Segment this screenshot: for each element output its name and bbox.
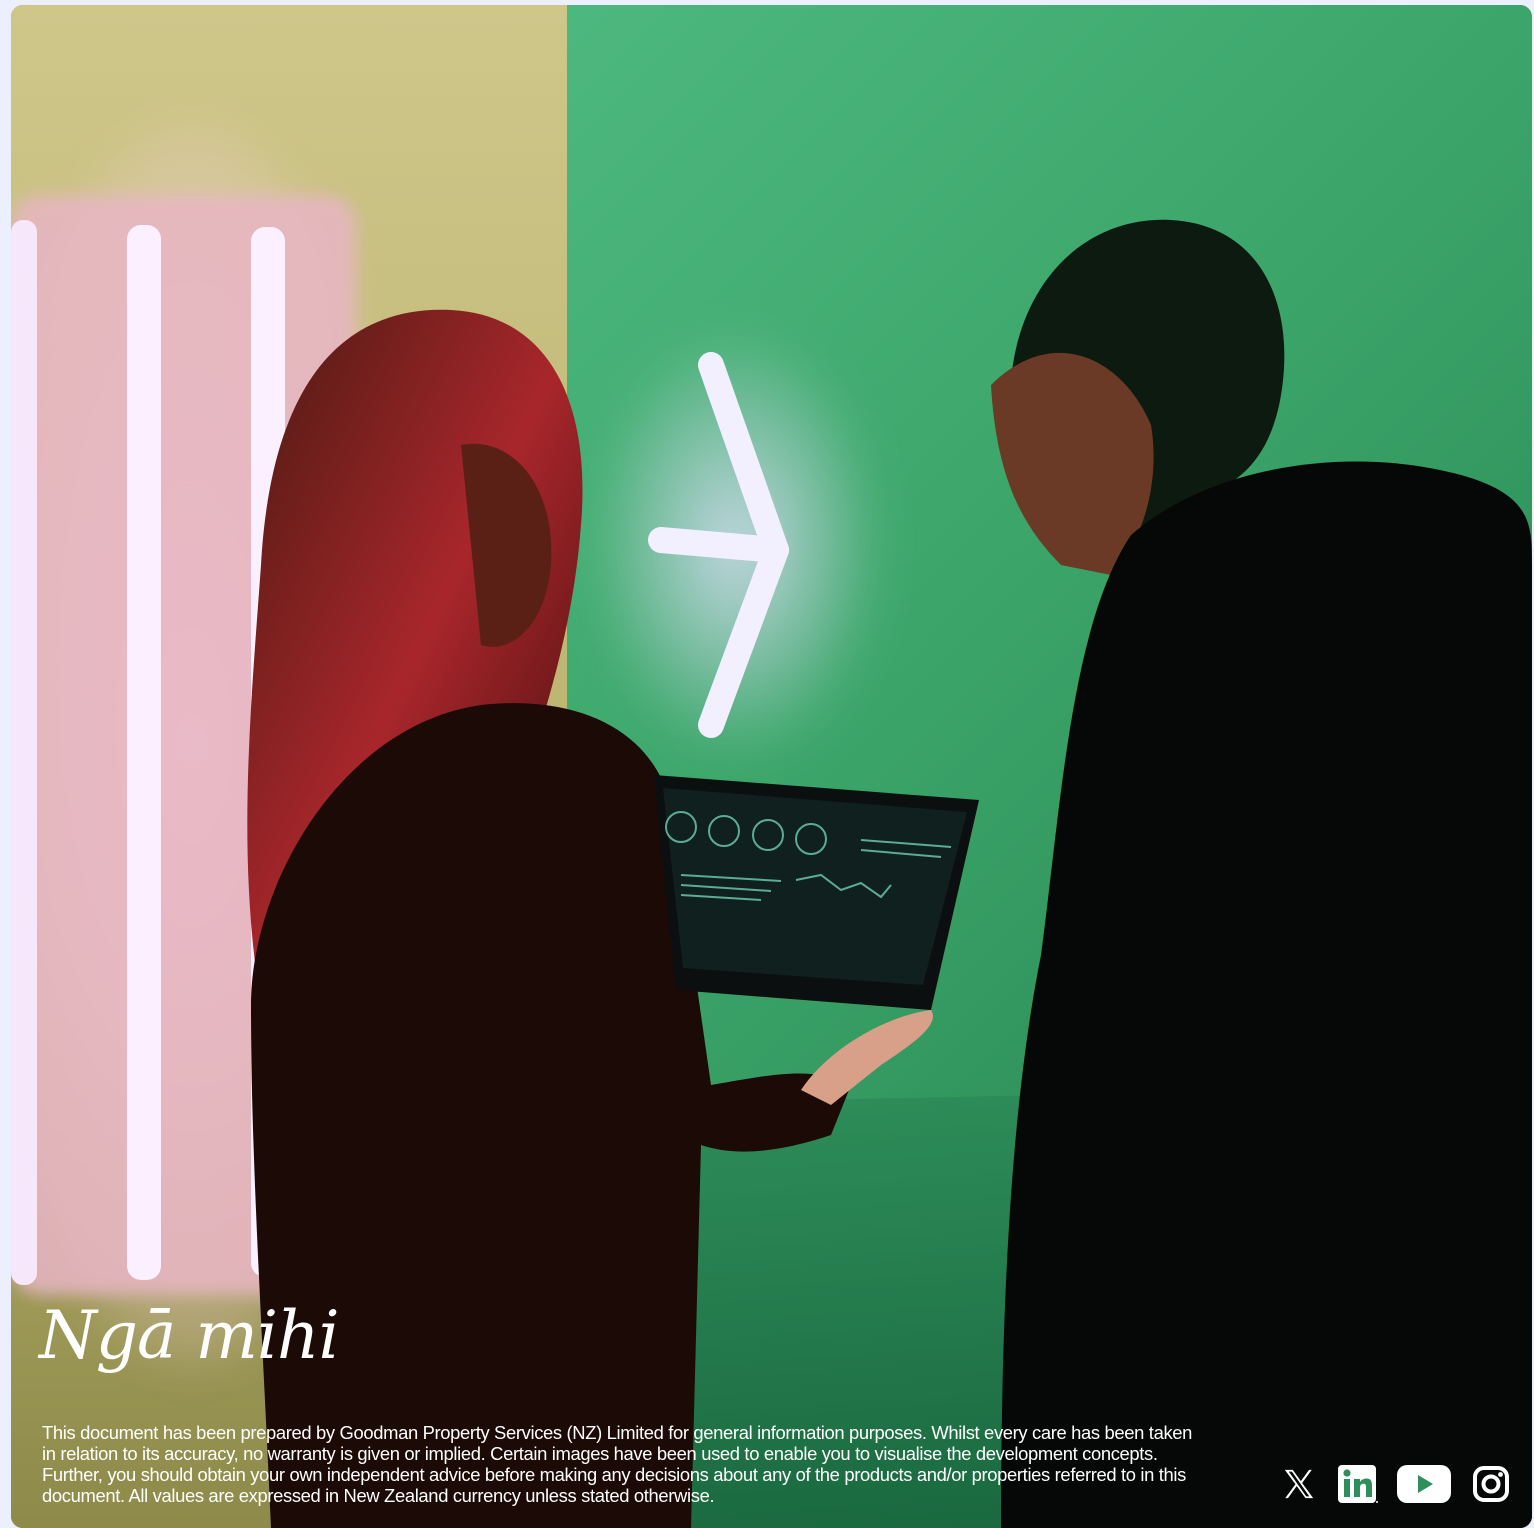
instagram-link[interactable]: [1470, 1463, 1512, 1505]
linkedin-icon: [1338, 1465, 1378, 1503]
signature: Ngā mihi: [39, 1297, 340, 1374]
instagram-icon: [1473, 1466, 1509, 1502]
closing-page-card: Ngā mihi This document has been prepared…: [11, 5, 1532, 1528]
youtube-link[interactable]: [1397, 1463, 1451, 1505]
linkedin-link[interactable]: [1336, 1463, 1380, 1505]
x-icon: [1284, 1469, 1314, 1499]
x-link[interactable]: [1281, 1463, 1317, 1505]
youtube-icon: [1397, 1465, 1451, 1503]
disclaimer-text: This document has been prepared by Goodm…: [42, 1422, 1193, 1506]
